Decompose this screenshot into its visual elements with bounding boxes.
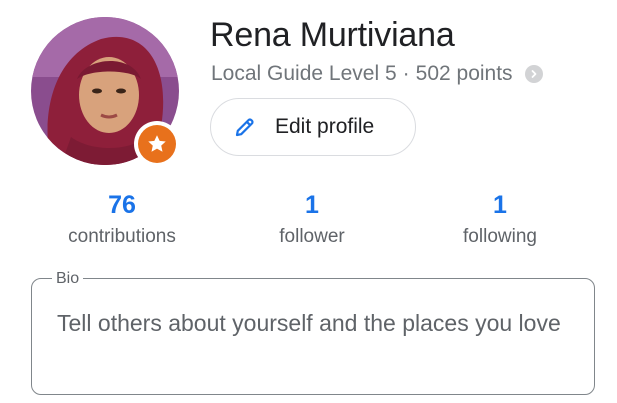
contributions-label: contributions [68, 226, 176, 247]
following-count: 1 [493, 191, 507, 219]
points-text: 502 points [415, 62, 513, 85]
followers-count: 1 [305, 191, 319, 219]
stat-following[interactable]: 1 following [410, 190, 590, 249]
separator-dot: · [402, 62, 410, 85]
chevron-right-icon[interactable] [524, 65, 543, 83]
star-icon [148, 135, 166, 152]
chevron-glyph [531, 70, 536, 78]
contributions-count: 76 [108, 191, 136, 219]
guide-level-row[interactable]: Local Guide Level 5 · 502 points [211, 62, 543, 86]
user-name: Rena Murtiviana [210, 16, 455, 54]
stat-followers[interactable]: 1 follower [222, 190, 402, 249]
edit-profile-button[interactable]: Edit profile [210, 98, 416, 156]
bio-label: Bio [52, 270, 84, 288]
bio-placeholder: Tell others about yourself and the place… [57, 310, 561, 336]
stat-contributions[interactable]: 76 contributions [32, 190, 212, 249]
following-label: following [463, 226, 537, 247]
followers-label: follower [279, 226, 345, 247]
guide-level-text: Local Guide Level 5 [211, 62, 397, 85]
edit-profile-label: Edit profile [275, 115, 375, 138]
badge-circle [138, 125, 176, 163]
pencil-icon [232, 114, 258, 140]
local-guide-badge [134, 121, 180, 167]
